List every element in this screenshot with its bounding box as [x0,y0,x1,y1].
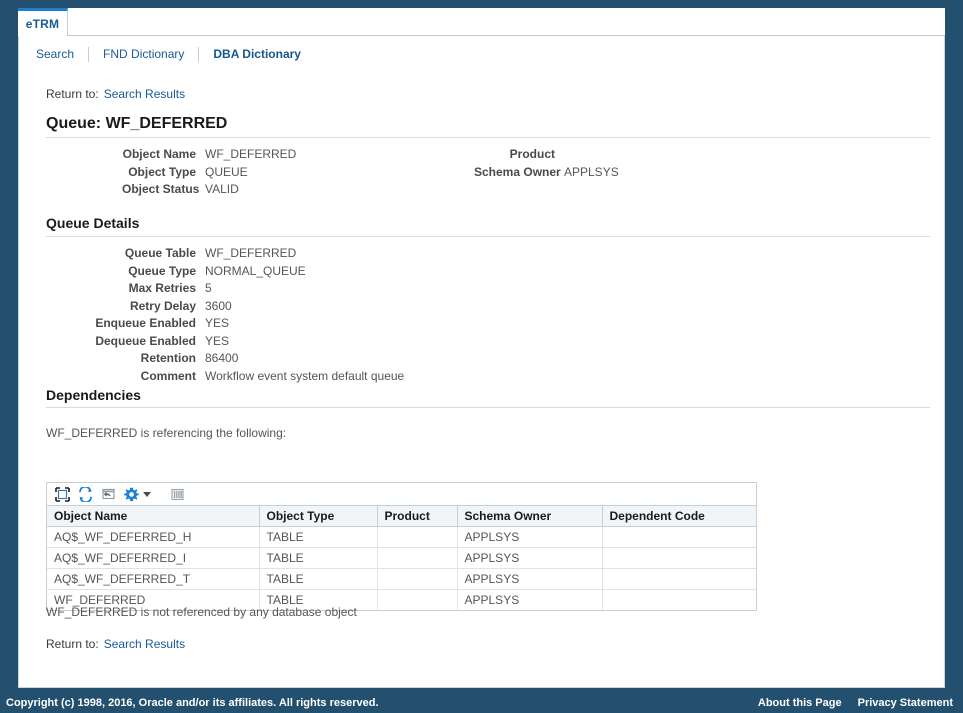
subnav-item-search-label: Search [36,47,75,61]
cell-dependent-code [602,526,756,548]
tab-etrm-label: eTRM [25,16,60,31]
dequeue-enabled-value: YES [205,333,230,348]
page-title: Queue: WF_DEFERRED [46,115,228,132]
subnav-item-fnd-dictionary[interactable]: FND Dictionary [89,47,198,61]
table-row: AQ$_WF_DEFERRED_H TABLE APPLSYS [47,526,756,548]
cell-object-type: TABLE [259,526,378,548]
cell-object-type: TABLE [259,568,378,590]
cell-object-name[interactable]: AQ$_WF_DEFERRED_H [47,526,260,548]
queue-type-value: NORMAL_QUEUE [205,263,306,278]
retry-delay-value: 3600 [205,298,232,313]
refresh-icon[interactable] [77,486,93,502]
dependencies-table-container: Object Name Object Type Product Schema O… [46,482,757,611]
dependencies-table: Object Name Object Type Product Schema O… [47,506,756,610]
object-status-value: VALID [205,182,239,196]
cell-schema-owner: APPLSYS [457,547,603,569]
comment-label: Comment [140,368,196,383]
queue-type-label: Queue Type [128,263,196,278]
dropdown-caret-icon[interactable] [143,491,151,497]
privacy-statement-link[interactable]: Privacy Statement [858,697,953,709]
queue-details-title: Queue Details [46,215,140,231]
columns-icon[interactable] [169,486,185,502]
max-retries-value: 5 [205,281,212,295]
queue-table-value: WF_DEFERRED [205,246,297,260]
subnav-item-search[interactable]: Search [20,47,88,61]
divider-queue-details [46,236,930,237]
return-to-bottom-link[interactable]: Search Results [104,637,185,651]
product-label: Product [509,147,555,161]
copyright-text: Copyright (c) 1998, 2016, Oracle and/or … [6,696,379,709]
table-row: AQ$_WF_DEFERRED_I TABLE APPLSYS [47,547,756,569]
gear-icon[interactable] [123,486,139,502]
footer-links: About this Page Privacy Statement [758,697,953,709]
object-name-value: WF_DEFERRED [205,147,297,161]
cell-dependent-code [602,589,756,610]
dequeue-enabled-label: Dequeue Enabled [95,333,196,348]
cell-product [377,526,458,548]
cell-object-type: TABLE [259,547,378,569]
divider-dependencies [46,407,930,408]
tab-strip: eTRM [18,8,945,36]
cell-schema-owner: APPLSYS [457,568,603,590]
dependencies-title: Dependencies [46,387,141,403]
schema-owner-label: Schema Owner [474,164,561,179]
object-type-value: QUEUE [205,164,248,179]
subnav-item-dba-dictionary[interactable]: DBA Dictionary [199,47,315,61]
divider-title [46,137,930,138]
cell-schema-owner: APPLSYS [457,589,603,610]
object-type-label: Object Type [128,164,196,179]
return-to-top: Return to: Search Results [46,87,185,101]
page-footer: Copyright (c) 1998, 2016, Oracle and/or … [0,692,963,713]
enqueue-enabled-label: Enqueue Enabled [95,316,196,330]
queue-table-label: Queue Table [124,246,196,260]
dependencies-referencing-text: WF_DEFERRED is referencing the following… [46,426,287,440]
cell-object-name[interactable]: AQ$_WF_DEFERRED_I [47,547,260,569]
dependencies-table-toolbar [47,483,756,506]
max-retries-label: Max Retries [128,281,196,295]
column-header-object-name[interactable]: Object Name [47,506,260,527]
retry-delay-label: Retry Delay [129,298,196,313]
expand-all-icon[interactable] [54,486,70,502]
return-to-bottom: Return to: Search Results [46,637,185,651]
cell-product [377,589,458,610]
cell-product [377,547,458,569]
sub-navigation: Search FND Dictionary DBA Dictionary [19,44,315,64]
dependencies-not-referenced-text: WF_DEFERRED is not referenced by any dat… [46,605,357,619]
table-header-row: Object Name Object Type Product Schema O… [47,506,756,527]
subnav-item-fnd-dictionary-label: FND Dictionary [103,47,185,61]
cell-schema-owner: APPLSYS [457,526,603,548]
object-summary-left: Object Name WF_DEFERRED Object Type QUEU… [122,146,296,199]
page-content: Search FND Dictionary DBA Dictionary Ret… [18,36,945,688]
application-frame: eTRM Search FND Dictionary DBA Dictionar… [0,0,963,713]
object-name-label: Object Name [122,147,196,161]
object-summary-right: Product Schema Owner APPLSYS [474,146,619,181]
queue-details-grid: Queue Table WF_DEFERRED Queue Type NORMA… [94,245,404,385]
table-row: AQ$_WF_DEFERRED_T TABLE APPLSYS [47,568,756,590]
column-header-dependent-code[interactable]: Dependent Code [602,506,756,527]
cell-product [377,568,458,590]
enqueue-enabled-value: YES [205,316,230,330]
comment-value: Workflow event system default queue [205,368,405,383]
object-status-label: Object Status [122,182,200,196]
cell-object-name[interactable]: AQ$_WF_DEFERRED_T [47,568,260,590]
column-header-object-type[interactable]: Object Type [259,506,378,527]
return-to-bottom-label: Return to: [46,637,99,651]
schema-owner-value: APPLSYS [564,164,619,179]
about-this-page-link[interactable]: About this Page [758,697,842,709]
cell-dependent-code [602,568,756,590]
return-to-top-label: Return to: [46,87,99,101]
cell-dependent-code [602,547,756,569]
subnav-item-dba-dictionary-label: DBA Dictionary [213,47,301,61]
tab-etrm[interactable]: eTRM [18,8,68,36]
detach-icon[interactable] [100,486,116,502]
column-header-schema-owner[interactable]: Schema Owner [457,506,603,527]
column-header-product[interactable]: Product [377,506,458,527]
retention-label: Retention [140,351,196,365]
retention-value: 86400 [205,351,239,365]
return-to-top-link[interactable]: Search Results [104,87,185,101]
